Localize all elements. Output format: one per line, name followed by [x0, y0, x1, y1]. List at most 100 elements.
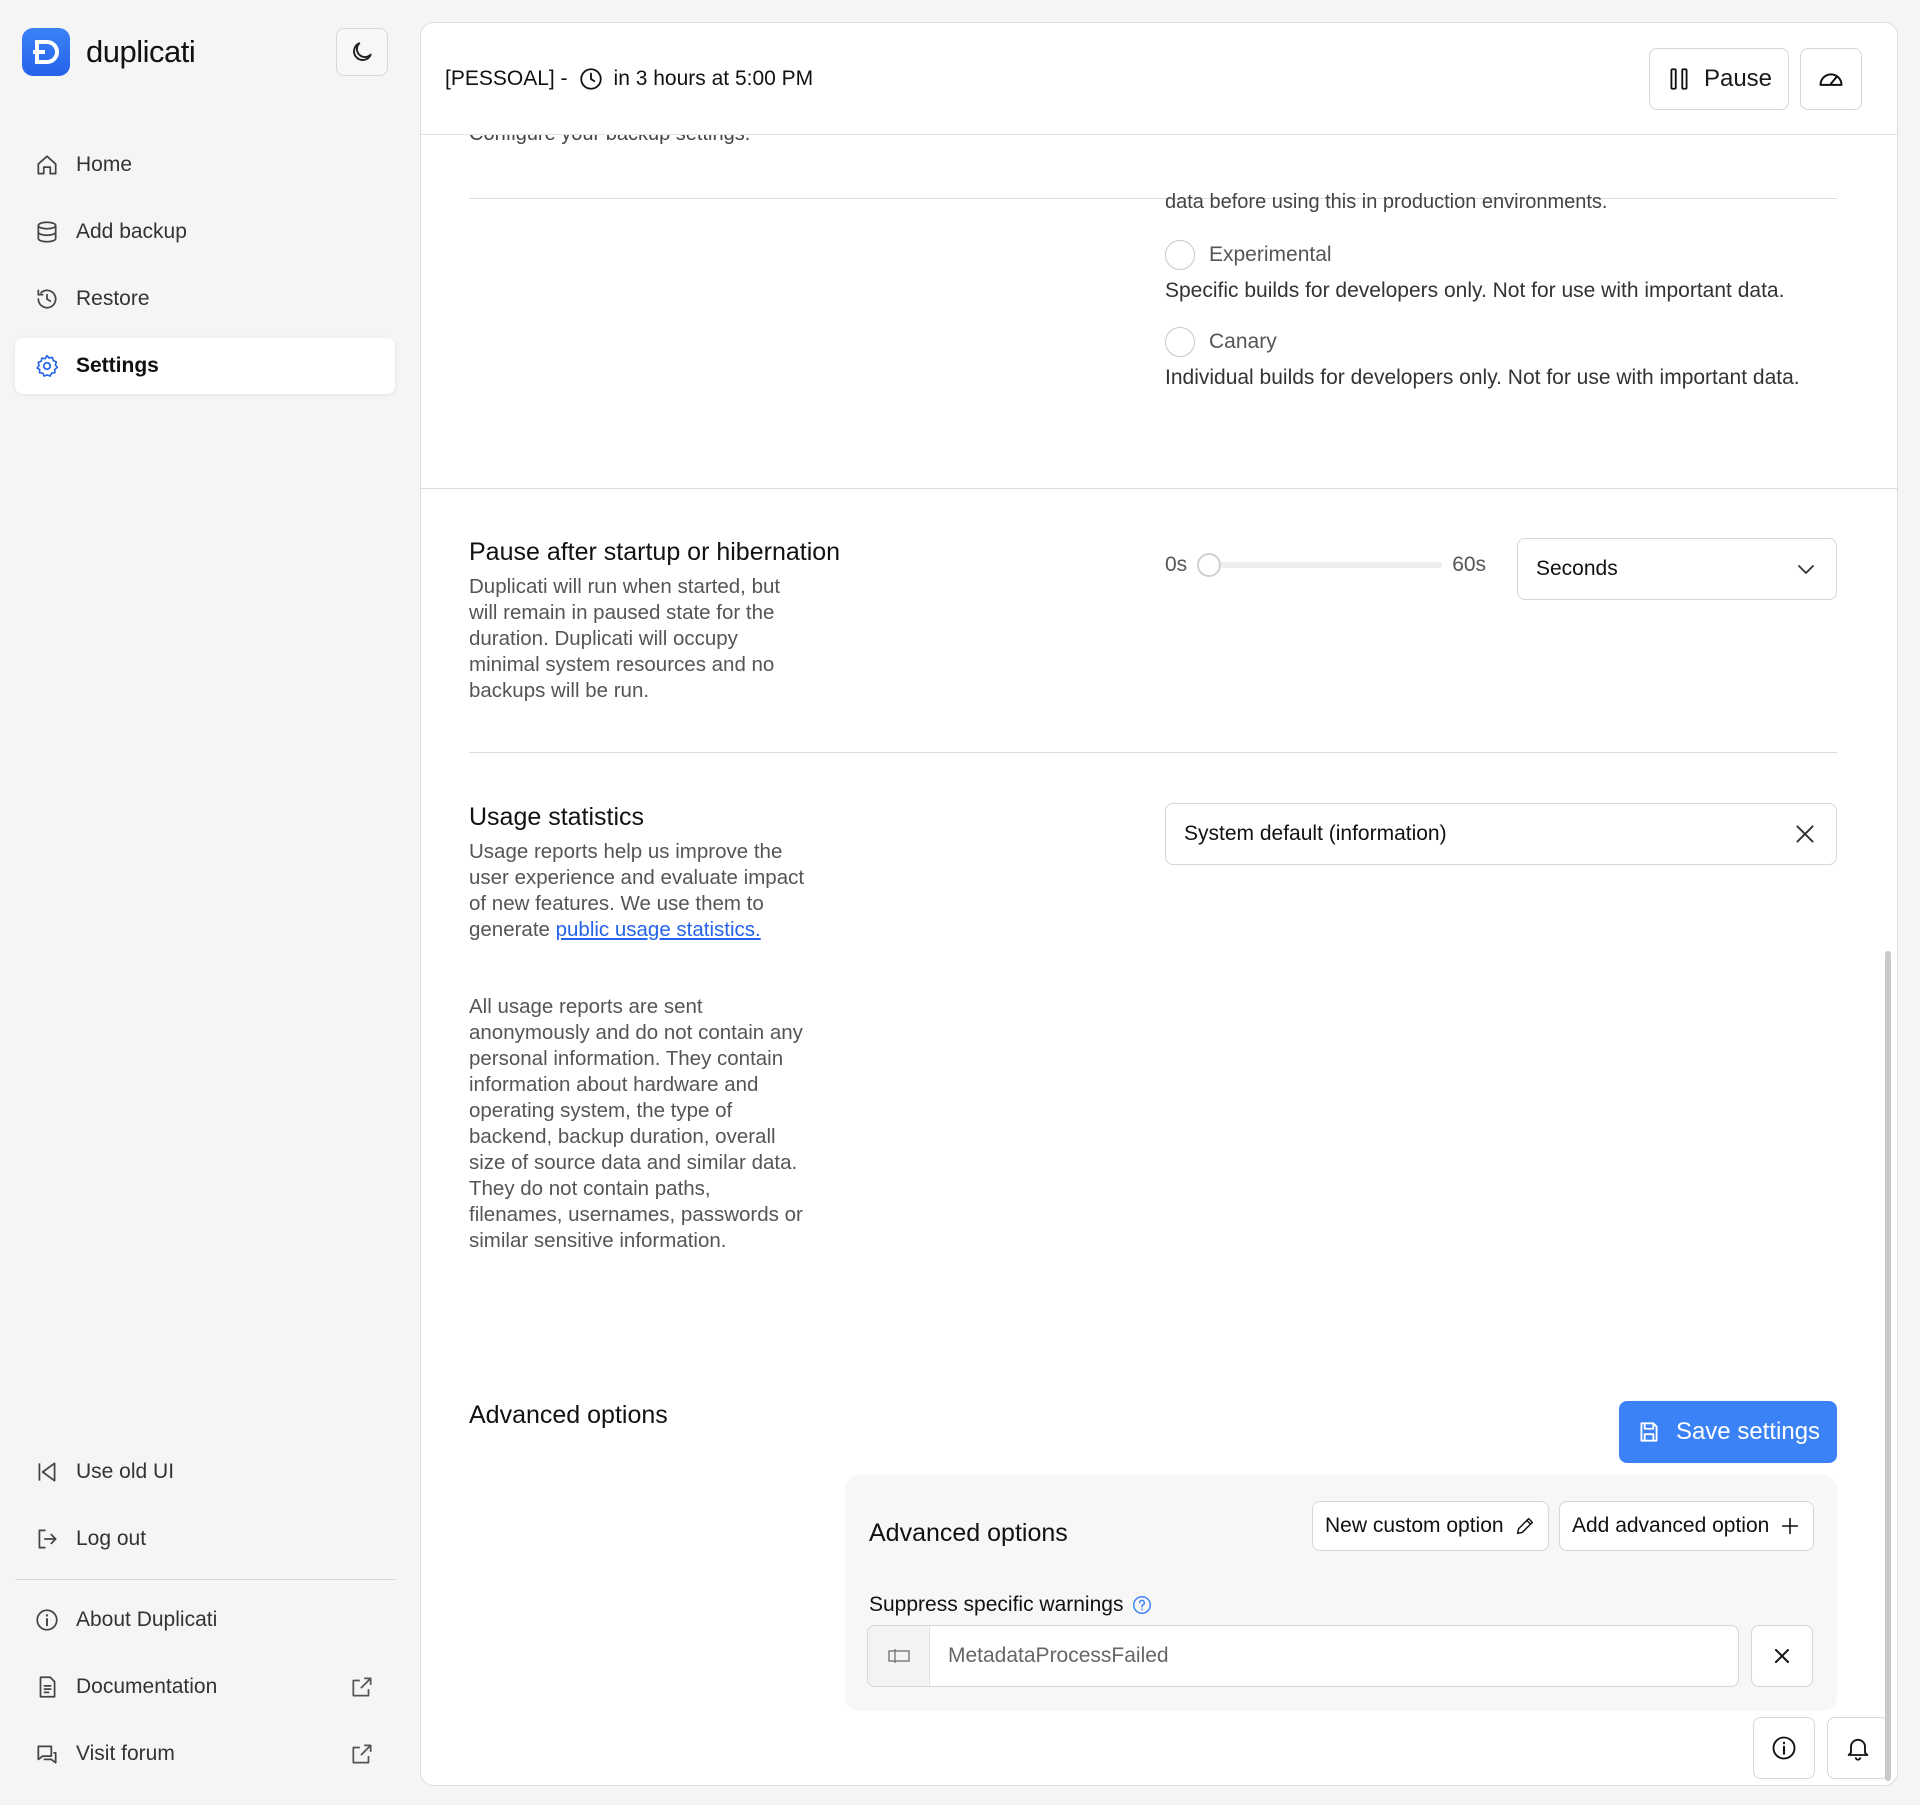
advanced-section-title: Advanced options: [469, 1401, 668, 1429]
sidebar-item-settings[interactable]: Settings: [15, 338, 395, 394]
sidebar-item-use-old-ui[interactable]: Use old UI: [15, 1444, 395, 1500]
pause-section-description: Duplicati will run when started, but wil…: [469, 575, 781, 702]
slider-min-label: 0s: [1165, 553, 1188, 576]
pencil-icon: [1516, 1517, 1533, 1535]
sidebar-divider: [15, 1579, 395, 1580]
save-settings-button[interactable]: Save settings: [1619, 1401, 1837, 1463]
sidebar: duplicati Home Add backup Restore Settin…: [0, 0, 410, 1805]
text-field-icon: [868, 1626, 930, 1686]
external-link-icon: [352, 1677, 372, 1697]
sidebar-item-label: Add backup: [76, 220, 187, 243]
gear-icon: [36, 354, 59, 377]
sidebar-item-label: Use old UI: [76, 1460, 175, 1483]
suppress-warnings-input[interactable]: [930, 1644, 1710, 1668]
next-run-time: in 3 hours at 5:00 PM: [613, 67, 814, 90]
sidebar-item-label: About Duplicati: [76, 1608, 218, 1631]
field-label-text: Suppress specific warnings: [869, 1593, 1124, 1616]
save-icon: [1640, 1422, 1658, 1442]
notifications-button[interactable]: [1827, 1717, 1889, 1779]
slider-thumb[interactable]: [1197, 553, 1222, 577]
remove-option-button[interactable]: [1751, 1625, 1813, 1687]
channel-description: data before using this in production env…: [1165, 191, 1608, 213]
channel-description: Individual builds for developers only. N…: [1165, 366, 1800, 389]
throttle-button[interactable]: [1800, 48, 1862, 110]
select-value: System default (information): [1184, 822, 1447, 845]
sidebar-item-visit-forum[interactable]: Visit forum: [15, 1726, 395, 1782]
radio-button[interactable]: [1165, 240, 1195, 270]
sidebar-item-add-backup[interactable]: Add backup: [15, 204, 395, 260]
arrow-left-bar-icon: [38, 1462, 56, 1482]
scrollbar[interactable]: [1885, 951, 1891, 1781]
divider: [469, 198, 1837, 199]
settings-content: Configure your backup settings. data bef…: [421, 23, 1897, 1785]
info-icon: [36, 1609, 58, 1631]
sidebar-item-label: Settings: [76, 354, 159, 377]
sidebar-item-about[interactable]: About Duplicati: [15, 1592, 395, 1648]
app-name: duplicati: [86, 34, 196, 69]
duplicati-logo-icon: [22, 28, 70, 76]
select-value: Seconds: [1536, 557, 1618, 580]
radio-button[interactable]: [1165, 327, 1195, 357]
public-usage-statistics-link[interactable]: public usage statistics.: [556, 918, 761, 941]
home-icon: [37, 155, 57, 175]
usage-section-title: Usage statistics: [469, 803, 645, 831]
suppress-warnings-label: Suppress specific warnings: [869, 1593, 1153, 1617]
usage-privacy-description: All usage reports are sent anonymously a…: [469, 995, 803, 1252]
divider: [469, 752, 1837, 753]
sidebar-item-log-out[interactable]: Log out: [15, 1511, 395, 1567]
radio-label: Experimental: [1209, 243, 1332, 266]
theme-toggle-button[interactable]: [336, 28, 388, 76]
section-divider: [421, 488, 1897, 489]
chevron-down-icon: [1798, 565, 1814, 574]
backup-name: [PESSOAL] -: [445, 67, 568, 90]
button-label: New custom option: [1325, 1514, 1504, 1537]
slider-max-label: 60s: [1452, 553, 1487, 576]
pause-button[interactable]: Pause: [1649, 48, 1789, 110]
external-link-icon: [352, 1744, 372, 1764]
logout-icon: [38, 1529, 57, 1549]
sidebar-item-home[interactable]: Home: [15, 137, 395, 193]
close-icon: [1775, 1649, 1789, 1663]
save-label: Save settings: [1675, 1418, 1821, 1445]
database-icon: [37, 221, 57, 243]
sidebar-item-label: Restore: [76, 287, 150, 310]
sidebar-item-restore[interactable]: Restore: [15, 271, 395, 327]
gauge-icon: [1819, 73, 1843, 86]
document-icon: [39, 1676, 56, 1698]
advanced-panel-title: Advanced options: [869, 1519, 1068, 1547]
channel-option-experimental[interactable]: Experimental: [1165, 240, 1332, 270]
pause-icon: [1670, 68, 1688, 90]
pause-section-title: Pause after startup or hibernation: [469, 538, 841, 566]
sidebar-item-label: Visit forum: [76, 1742, 175, 1765]
bell-icon: [1847, 1738, 1869, 1761]
sidebar-item-label: Documentation: [76, 1675, 218, 1698]
info-button[interactable]: [1753, 1717, 1815, 1779]
new-custom-option-button[interactable]: New custom option: [1312, 1501, 1549, 1551]
main-panel: [PESSOAL] - in 3 hours at 5:00 PM Pause …: [420, 22, 1898, 1786]
close-icon[interactable]: [1792, 821, 1818, 847]
pause-duration-slider-group: 0s 60s: [1165, 553, 1486, 577]
history-icon: [37, 289, 57, 309]
channel-description: Specific builds for developers only. Not…: [1165, 279, 1785, 302]
backup-status[interactable]: [PESSOAL] - in 3 hours at 5:00 PM: [445, 66, 813, 92]
channel-option-canary[interactable]: Canary: [1165, 327, 1277, 357]
plus-icon: [1782, 1517, 1799, 1535]
pause-label: Pause: [1703, 65, 1773, 92]
usage-level-select[interactable]: System default (information): [1165, 803, 1837, 865]
brand[interactable]: duplicati: [22, 28, 196, 76]
pause-duration-slider[interactable]: [1197, 553, 1443, 577]
pause-unit-select[interactable]: Seconds: [1517, 538, 1837, 600]
sidebar-item-label: Log out: [76, 1527, 147, 1550]
advanced-options-panel: Advanced options New custom option Add a…: [845, 1475, 1837, 1711]
radio-label: Canary: [1209, 330, 1277, 353]
top-status-bar: [PESSOAL] - in 3 hours at 5:00 PM Pause: [421, 23, 1897, 135]
add-advanced-option-button[interactable]: Add advanced option: [1559, 1501, 1815, 1551]
chat-icon: [37, 1745, 57, 1764]
moon-icon: [353, 42, 372, 61]
sidebar-item-label: Home: [76, 153, 133, 176]
usage-section-description: Usage reports help us improve the user e…: [469, 839, 809, 943]
help-icon[interactable]: [1131, 1594, 1153, 1616]
button-label: Add advanced option: [1572, 1514, 1770, 1537]
info-icon: [1772, 1736, 1796, 1760]
sidebar-item-documentation[interactable]: Documentation: [15, 1659, 395, 1715]
